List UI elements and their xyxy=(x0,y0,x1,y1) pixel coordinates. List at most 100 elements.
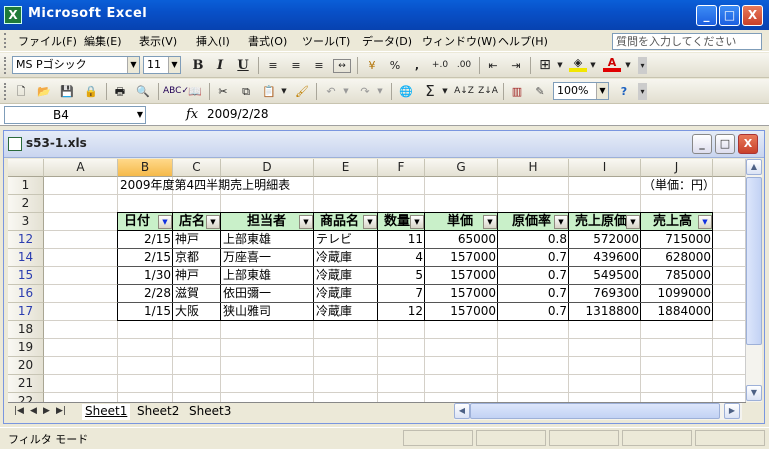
align-left-icon[interactable]: ≡ xyxy=(264,57,282,74)
table-cell[interactable]: テレビ xyxy=(314,231,378,249)
vertical-scroll-thumb[interactable] xyxy=(746,177,762,345)
chevron-down-icon[interactable]: ▼ xyxy=(280,83,288,100)
horizontal-scroll-thumb[interactable] xyxy=(470,403,720,419)
align-center-icon[interactable]: ≡ xyxy=(287,57,305,74)
menu-help[interactable]: ヘルプ(H) xyxy=(498,33,548,49)
horizontal-scrollbar[interactable]: ◀ ▶ xyxy=(454,403,742,420)
font-select[interactable]: MS Pゴシック ▼ xyxy=(12,56,140,74)
table-cell[interactable]: 1/30 xyxy=(118,267,173,285)
row-header[interactable]: 2 xyxy=(8,195,44,213)
spelling-icon[interactable]: ABC✓ xyxy=(163,83,189,100)
menu-data[interactable]: データ(D) xyxy=(362,33,412,49)
toolbar-options-icon[interactable]: ▾ xyxy=(638,57,647,74)
comma-button[interactable]: , xyxy=(409,57,425,74)
chart-wizard-icon[interactable]: ▥ xyxy=(508,83,526,100)
underline-button[interactable]: U xyxy=(234,57,252,74)
table-cell[interactable]: 狭山雅司 xyxy=(221,303,314,321)
chevron-down-icon[interactable]: ▼ xyxy=(556,57,564,74)
workbook-restore-button[interactable]: □ xyxy=(715,134,735,154)
sheet-tab-sheet3[interactable]: Sheet3 xyxy=(186,404,234,420)
table-cell[interactable]: 769300 xyxy=(569,285,641,303)
row-header[interactable]: 17 xyxy=(8,303,44,321)
table-cell[interactable]: 549500 xyxy=(569,267,641,285)
table-cell[interactable]: 上部東雄 xyxy=(221,231,314,249)
table-cell[interactable]: 11 xyxy=(378,231,425,249)
select-all-corner[interactable] xyxy=(8,159,44,177)
chevron-down-icon[interactable]: ▼ xyxy=(342,83,350,100)
bold-button[interactable]: B xyxy=(189,57,207,74)
table-cell[interactable]: 1318800 xyxy=(569,303,641,321)
table-cell[interactable]: 0.7 xyxy=(498,249,569,267)
filter-dropdown-staff[interactable]: ▼ xyxy=(299,215,313,229)
column-header-i[interactable]: I xyxy=(569,159,641,177)
table-cell[interactable]: 冷蔵庫 xyxy=(314,303,378,321)
help-icon[interactable]: ? xyxy=(615,83,633,100)
table-cell[interactable]: 1884000 xyxy=(641,303,713,321)
filter-dropdown-product[interactable]: ▼ xyxy=(363,215,377,229)
decrease-indent-icon[interactable]: ⇤ xyxy=(484,57,502,74)
permission-icon[interactable]: 🔒 xyxy=(82,83,100,100)
table-cell[interactable]: 冷蔵庫 xyxy=(314,267,378,285)
minimize-button[interactable]: _ xyxy=(696,5,717,26)
hyperlink-icon[interactable]: 🌐 xyxy=(397,83,415,100)
menu-file[interactable]: ファイル(F) xyxy=(18,33,77,49)
chevron-down-icon[interactable]: ▼ xyxy=(624,57,632,74)
table-cell[interactable]: 0.7 xyxy=(498,303,569,321)
prev-sheet-icon[interactable]: ◀ xyxy=(30,406,37,416)
print-icon[interactable]: 🖶 xyxy=(111,83,129,100)
table-cell[interactable]: 628000 xyxy=(641,249,713,267)
row-header[interactable]: 22 xyxy=(8,393,44,402)
save-icon[interactable]: 💾 xyxy=(58,83,76,100)
workbook-minimize-button[interactable]: _ xyxy=(692,134,712,154)
column-header-h[interactable]: H xyxy=(498,159,569,177)
table-cell[interactable]: 2/28 xyxy=(118,285,173,303)
menu-view[interactable]: 表示(V) xyxy=(139,33,177,49)
table-cell[interactable]: 冷蔵庫 xyxy=(314,249,378,267)
chevron-down-icon[interactable]: ▼ xyxy=(589,57,597,74)
merge-center-icon[interactable]: ↔ xyxy=(333,59,351,73)
column-header-a[interactable]: A xyxy=(44,159,118,177)
zoom-select[interactable]: 100% ▼ xyxy=(553,82,609,100)
menu-window[interactable]: ウィンドウ(W) xyxy=(422,33,496,49)
chevron-down-icon[interactable]: ▼ xyxy=(376,83,384,100)
table-cell[interactable]: 5 xyxy=(378,267,425,285)
fill-color-icon[interactable]: ◈ xyxy=(569,57,587,72)
font-size-select[interactable]: 11 ▼ xyxy=(143,56,181,74)
report-title-cell[interactable]: 2009年度第4四半期売上明細表 xyxy=(118,177,418,195)
new-file-icon[interactable]: 🗋 xyxy=(12,83,30,100)
align-right-icon[interactable]: ≡ xyxy=(310,57,328,74)
table-cell[interactable]: 715000 xyxy=(641,231,713,249)
excel-app-icon[interactable]: X xyxy=(4,6,22,24)
table-cell[interactable]: 439600 xyxy=(569,249,641,267)
italic-button[interactable]: I xyxy=(211,57,229,74)
sheet-tab-sheet2[interactable]: Sheet2 xyxy=(134,404,182,420)
cut-icon[interactable]: ✂ xyxy=(214,83,232,100)
table-cell[interactable]: 滋賀 xyxy=(173,285,221,303)
row-header[interactable]: 14 xyxy=(8,249,44,267)
table-cell[interactable]: 京都 xyxy=(173,249,221,267)
toolbar-grip[interactable] xyxy=(4,57,7,74)
scroll-up-icon[interactable]: ▲ xyxy=(746,159,762,175)
row-header[interactable]: 20 xyxy=(8,357,44,375)
open-folder-icon[interactable]: 📂 xyxy=(35,83,53,100)
filter-dropdown-quantity[interactable]: ▼ xyxy=(410,215,424,229)
column-header-b[interactable]: B xyxy=(118,159,173,177)
table-cell[interactable]: 12 xyxy=(378,303,425,321)
table-cell[interactable]: 上部東雄 xyxy=(221,267,314,285)
column-header-f[interactable]: F xyxy=(378,159,425,177)
filter-dropdown-store[interactable]: ▼ xyxy=(206,215,220,229)
filter-dropdown-unit-price[interactable]: ▼ xyxy=(483,215,497,229)
column-header-d[interactable]: D xyxy=(221,159,314,177)
spreadsheet-grid[interactable]: A B C D E F G H I J 1 2 3 12 14 15 16 17… xyxy=(8,159,746,402)
currency-icon[interactable]: ¥ xyxy=(362,57,382,74)
chevron-down-icon[interactable]: ▼ xyxy=(168,57,180,73)
autosum-button[interactable]: Σ xyxy=(421,83,439,100)
table-cell[interactable]: 65000 xyxy=(425,231,498,249)
column-header-j[interactable]: J xyxy=(641,159,713,177)
table-cell[interactable]: 572000 xyxy=(569,231,641,249)
menu-tools[interactable]: ツール(T) xyxy=(302,33,350,49)
menu-insert[interactable]: 挿入(I) xyxy=(196,33,230,49)
chevron-down-icon[interactable]: ▼ xyxy=(137,107,143,123)
print-preview-icon[interactable]: 🔍 xyxy=(134,83,152,100)
sort-ascending-button[interactable]: A↓Z xyxy=(453,83,475,100)
